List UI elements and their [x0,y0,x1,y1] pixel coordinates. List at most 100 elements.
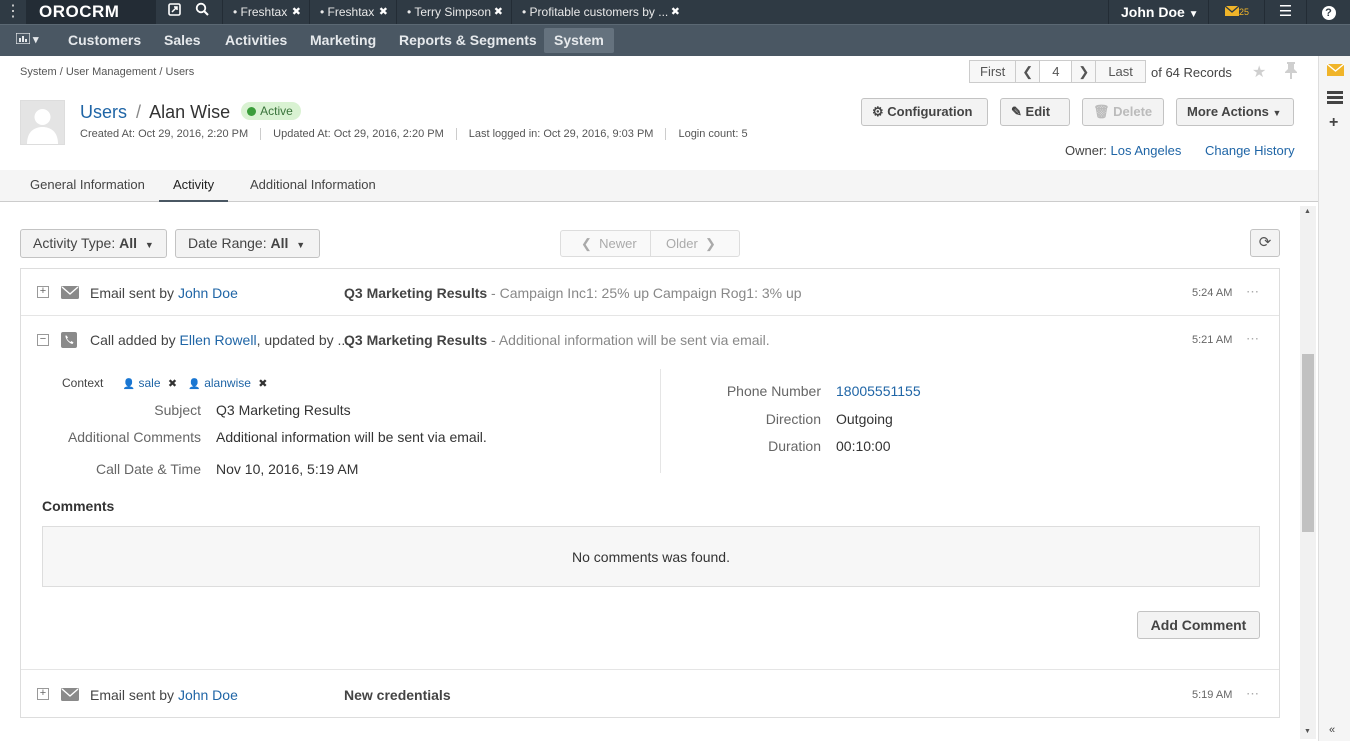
activity-subject: Q3 Marketing Results - Additional inform… [344,332,770,348]
pin-icon[interactable] [160,0,188,24]
list-icon[interactable] [1327,91,1343,107]
record-meta: Created At: Oct 29, 2016, 2:20 PM Update… [80,128,760,140]
owner-label: Owner: [1065,143,1107,158]
status-badge: Active [241,102,301,120]
author-link[interactable]: Ellen Rowell [180,332,257,348]
activity-time: 5:19 AM [1192,689,1233,701]
expand-icon[interactable]: + [37,286,49,298]
comments-title: Comments [42,498,115,514]
context-link[interactable]: sale [139,376,161,390]
user-icon: 👤 [188,379,201,390]
pinned-tab[interactable]: • Freshtax ✖ [309,0,396,24]
activity-subject: New credentials [344,687,451,703]
scroll-down-icon[interactable]: ▼ [1304,728,1311,735]
pinned-tab[interactable]: • Freshtax ✖ [222,0,309,24]
search-icon[interactable] [188,0,216,24]
chevron-left-icon: ❮ [581,236,592,251]
context-link[interactable]: alanwise [204,376,251,390]
pinned-tab[interactable]: • Profitable customers by ... ✖ [511,0,688,24]
tab-additional-information[interactable]: Additional Information [236,170,390,201]
remove-icon[interactable]: ✖ [168,378,177,390]
ellipsis-icon[interactable]: ⋯ [1246,284,1259,300]
context-item[interactable]: 👤 alanwise ✖ [188,376,267,390]
menu-customers[interactable]: Customers [68,25,141,56]
caret-down-icon: ▼ [1272,108,1282,118]
close-icon[interactable]: ✖ [292,0,301,24]
plus-icon[interactable]: + [1329,114,1338,132]
pin-icon[interactable] [1284,62,1298,84]
menu-reports-segments[interactable]: Reports & Segments [399,25,537,56]
scrollbar-thumb[interactable] [1302,354,1314,532]
tab-activity[interactable]: Activity [159,170,229,202]
more-actions-button[interactable]: More Actions ▼ [1176,98,1294,126]
edit-button[interactable]: ✎ Edit [1000,98,1070,126]
caret-down-icon: ▼ [296,240,306,250]
activity-author: Call added by Ellen Rowell, updated by .… [90,332,349,348]
newer-button[interactable]: ❮ Newer [581,231,637,256]
close-icon[interactable]: ✖ [671,0,680,24]
pager-next-button[interactable]: ❯ [1071,60,1097,83]
pager-first-button[interactable]: First [969,60,1017,83]
dashboard-menu[interactable]: ▾ [15,25,39,56]
duration-value: 00:10:00 [836,438,891,454]
comments-value: Additional information will be sent via … [216,429,487,445]
owner-link[interactable]: Los Angeles [1111,143,1182,158]
list-item[interactable]: + Email sent by John Doe New credentials… [21,671,1279,718]
edit-label: Edit [1025,104,1051,119]
tabs: General Information Activity Additional … [0,170,1318,202]
close-icon[interactable]: ✖ [494,0,503,24]
menu-system[interactable]: System [544,28,614,53]
date-range-value: All [270,235,289,251]
star-icon[interactable]: ★ [1252,62,1266,82]
activity-type-filter[interactable]: Activity Type: All ▼ [20,229,167,258]
delete-label: Delete [1113,104,1153,119]
scrollbar[interactable]: ▲ ▼ [1300,206,1316,739]
refresh-icon: ⟳ [1258,234,1272,251]
users-link[interactable]: Users [80,102,127,122]
last-logged-in: Last logged in: Oct 29, 2016, 9:03 PM [455,128,666,140]
add-comment-button[interactable]: Add Comment [1137,611,1260,639]
expand-icon[interactable]: + [37,688,49,700]
change-history-link[interactable]: Change History [1205,143,1295,158]
delete-button[interactable]: 🗑 Delete [1082,98,1164,126]
app-menu-icon[interactable]: ⋮ [0,0,26,24]
subject-description: - Campaign Inc1: 25% up Campaign Rog1: 3… [487,285,802,301]
phone-link[interactable]: 18005551155 [836,383,921,399]
context-item[interactable]: 👤 sale ✖ [123,376,177,390]
ellipsis-icon[interactable]: ⋯ [1246,686,1259,702]
user-menu[interactable]: John Doe ▼ [1108,0,1208,24]
refresh-button[interactable]: ⟳ [1250,229,1280,257]
record-pager: First ❮ 4 ❯ Last [969,60,1146,83]
pager-prev-button[interactable]: ❮ [1015,60,1041,83]
list-item[interactable]: − Call added by Ellen Rowell, updated by… [21,316,1279,363]
configuration-label: Configuration [887,104,973,119]
menu-activities[interactable]: Activities [225,25,287,56]
tab-general-information[interactable]: General Information [16,170,159,201]
pinned-tab[interactable]: • Terry Simpson ✖ [396,0,511,24]
email-notifications[interactable]: 25 [1208,0,1264,24]
activity-author: Email sent by John Doe [90,687,238,703]
collapse-sidebar-icon[interactable]: « [1329,724,1335,736]
hamburger-icon[interactable]: ☰ [1264,0,1306,24]
envelope-icon[interactable] [1326,62,1345,79]
author-link[interactable]: John Doe [178,687,238,703]
close-icon[interactable]: ✖ [379,0,388,24]
menu-sales[interactable]: Sales [164,25,201,56]
list-item[interactable]: + Email sent by John Doe Q3 Marketing Re… [21,269,1279,316]
user-full-name: Alan Wise [149,102,231,122]
date-range-filter[interactable]: Date Range: All ▼ [175,229,320,258]
remove-icon[interactable]: ✖ [258,378,267,390]
collapse-icon[interactable]: − [37,334,49,346]
menu-marketing[interactable]: Marketing [310,25,376,56]
activity-pager: ❮ Newer Older ❯ [560,230,740,257]
scroll-up-icon[interactable]: ▲ [1304,208,1311,215]
pager-last-button[interactable]: Last [1095,60,1146,83]
older-button[interactable]: Older ❯ [666,231,716,256]
author-link[interactable]: John Doe [178,285,238,301]
configuration-button[interactable]: ⚙ Configuration [861,98,988,126]
envelope-icon [1224,5,1240,16]
logo[interactable]: OROCRM [26,0,156,24]
edit-icon: ✎ [1011,104,1022,119]
help-icon[interactable]: ? [1306,0,1350,24]
ellipsis-icon[interactable]: ⋯ [1246,331,1259,347]
